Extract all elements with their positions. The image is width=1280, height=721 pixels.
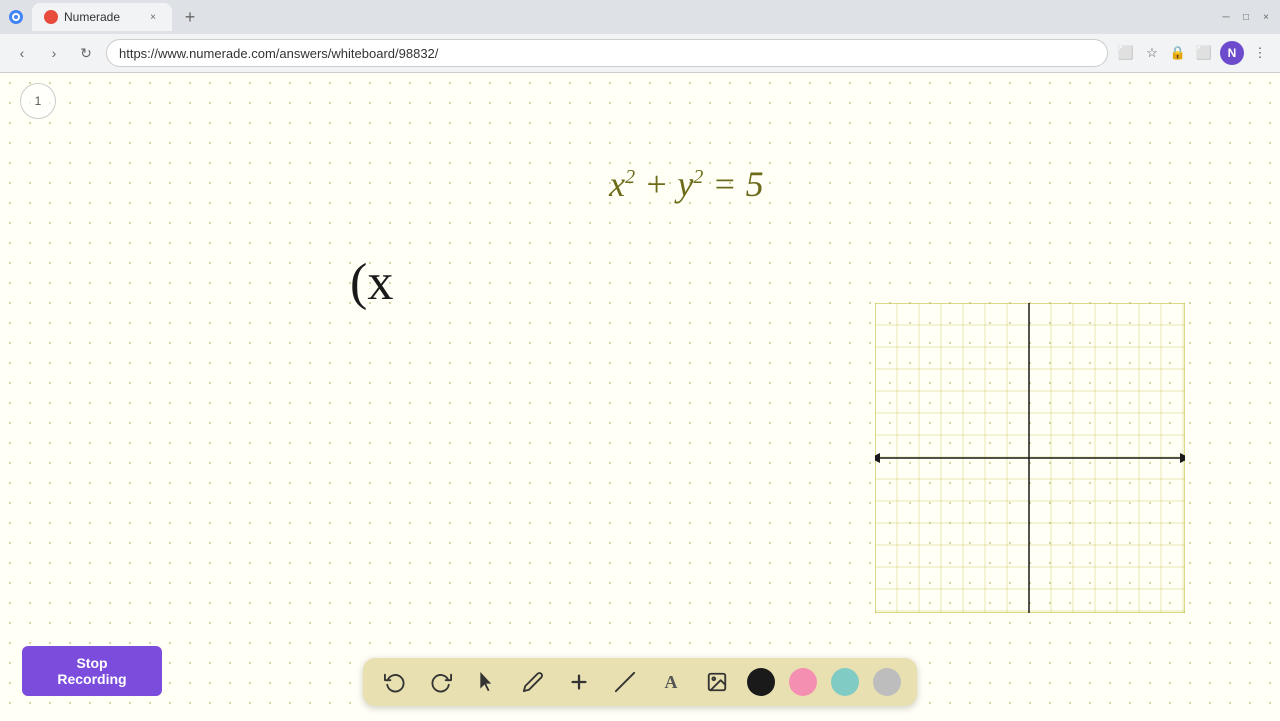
extensions-icon[interactable]: ⬜: [1194, 43, 1214, 63]
refresh-button[interactable]: ↻: [74, 41, 98, 65]
image-tool-button[interactable]: [701, 666, 733, 698]
eraser-tool-button[interactable]: [609, 666, 641, 698]
screen-share-icon[interactable]: ⬜: [1116, 43, 1136, 63]
url-input[interactable]: https://www.numerade.com/answers/whitebo…: [106, 39, 1108, 67]
window-controls: ─ □ ×: [1220, 11, 1272, 23]
color-black-button[interactable]: [747, 668, 775, 696]
color-pink-button[interactable]: [789, 668, 817, 696]
tab-title: Numerade: [64, 10, 120, 24]
bookmark-icon[interactable]: ☆: [1142, 43, 1162, 63]
redo-button[interactable]: [425, 666, 457, 698]
tab-close-button[interactable]: ×: [146, 10, 160, 24]
add-tool-button[interactable]: [563, 666, 595, 698]
profile-avatar[interactable]: N: [1220, 41, 1244, 65]
stop-recording-label: Stop Recording: [40, 655, 144, 687]
page-indicator: 1: [20, 83, 56, 119]
browser-tab[interactable]: Numerade ×: [32, 3, 172, 31]
maximize-button[interactable]: □: [1240, 11, 1252, 23]
select-tool-button[interactable]: [471, 666, 503, 698]
browser-logo-icon: [8, 9, 24, 25]
pen-tool-button[interactable]: [517, 666, 549, 698]
math-equation: x2 + y2 = 5: [609, 163, 764, 205]
whiteboard-canvas[interactable]: 1 x2 + y2 = 5 (x: [0, 73, 1280, 721]
text-tool-button[interactable]: A: [655, 666, 687, 698]
title-bar: Numerade × + ─ □ ×: [0, 0, 1280, 34]
graph-area: [875, 303, 1185, 613]
page-number: 1: [35, 94, 42, 108]
undo-button[interactable]: [379, 666, 411, 698]
browser-actions: ⬜ ☆ 🔒 ⬜ N ⋮: [1116, 41, 1270, 65]
partial-expression: (x: [350, 253, 393, 312]
close-button[interactable]: ×: [1260, 11, 1272, 23]
tab-favicon-icon: [44, 10, 58, 24]
back-button[interactable]: ‹: [10, 41, 34, 65]
toolbar: A: [363, 658, 917, 706]
url-text: https://www.numerade.com/answers/whitebo…: [119, 46, 438, 61]
extension-icon[interactable]: 🔒: [1168, 43, 1188, 63]
menu-icon[interactable]: ⋮: [1250, 43, 1270, 63]
new-tab-button[interactable]: +: [176, 3, 204, 31]
graph-svg: [875, 303, 1185, 613]
forward-button[interactable]: ›: [42, 41, 66, 65]
address-bar: ‹ › ↻ https://www.numerade.com/answers/w…: [0, 34, 1280, 72]
color-green-button[interactable]: [831, 668, 859, 696]
color-gray-button[interactable]: [873, 668, 901, 696]
minimize-button[interactable]: ─: [1220, 11, 1232, 23]
browser-chrome: Numerade × + ─ □ × ‹ › ↻ https://www.num…: [0, 0, 1280, 73]
stop-recording-button[interactable]: Stop Recording: [22, 646, 162, 696]
